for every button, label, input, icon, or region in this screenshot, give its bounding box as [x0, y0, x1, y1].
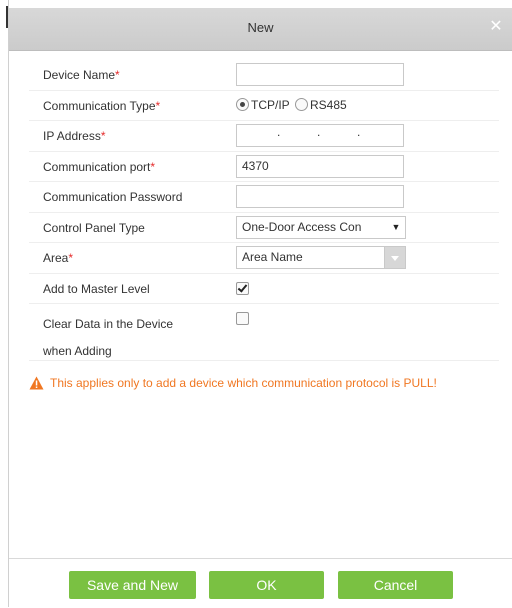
pull-protocol-warning: This applies only to add a device which …	[29, 376, 437, 393]
tcpip-radio[interactable]	[236, 97, 249, 111]
communication-port-label: Communication port*	[43, 159, 156, 174]
control-panel-type-select[interactable]: One-Door Access Con ▼	[236, 215, 406, 239]
dropdown-arrow-icon[interactable]: ▼	[387, 216, 405, 238]
area-label: Area*	[43, 251, 74, 265]
row-ip-address: IP Address* . . .	[29, 121, 499, 152]
row-clear-data: Clear Data in the Device when Adding	[29, 304, 499, 361]
close-icon[interactable]: ✕	[486, 17, 506, 37]
clear-data-label: Clear Data in the Device when Adding	[43, 317, 174, 358]
window-edge	[0, 0, 9, 607]
communication-password-input[interactable]	[236, 185, 404, 208]
ok-button[interactable]: OK	[209, 571, 324, 599]
row-area: Area* Area Name	[29, 243, 499, 274]
dialog-titlebar: New ✕	[9, 8, 512, 51]
ip-address-label: IP Address*	[43, 129, 106, 143]
area-value: Area Name	[242, 250, 303, 264]
dialog-footer: Save and New OK Cancel	[9, 558, 512, 608]
device-form: Device Name* Communication Type* TCP/IP …	[29, 60, 499, 361]
dialog-title: New	[247, 20, 274, 35]
chevron-down-icon[interactable]	[384, 247, 405, 268]
row-communication-password: Communication Password	[29, 182, 499, 213]
communication-type-radios: TCP/IP RS485	[236, 97, 349, 112]
clear-data-checkbox[interactable]	[236, 312, 249, 325]
ip-dot: .	[277, 125, 281, 139]
add-to-master-level-checkbox[interactable]	[236, 281, 249, 295]
new-device-dialog: New ✕ Device Name* Communication Type* T…	[9, 8, 512, 608]
tcpip-label: TCP/IP	[251, 97, 290, 112]
row-device-name: Device Name*	[29, 60, 499, 91]
save-and-new-button[interactable]: Save and New	[69, 571, 196, 599]
warning-text: This applies only to add a device which …	[50, 376, 437, 390]
warning-icon	[29, 376, 44, 393]
rs485-label: RS485	[310, 97, 347, 112]
cancel-button[interactable]: Cancel	[338, 571, 453, 599]
edge-mark	[6, 6, 8, 28]
communication-type-label: Communication Type*	[43, 98, 161, 113]
device-name-input[interactable]	[236, 63, 404, 86]
row-communication-type: Communication Type* TCP/IP RS485	[29, 91, 499, 121]
communication-password-label: Communication Password	[43, 190, 183, 204]
add-to-master-level-label: Add to Master Level	[43, 281, 150, 296]
control-panel-type-value: One-Door Access Con	[242, 219, 362, 234]
device-name-label: Device Name*	[43, 68, 120, 82]
communication-port-input[interactable]: 4370	[236, 154, 404, 178]
row-communication-port: Communication port* 4370	[29, 152, 499, 182]
ip-address-input[interactable]: . . .	[236, 124, 404, 147]
area-select[interactable]: Area Name	[236, 246, 406, 269]
row-control-panel-type: Control Panel Type One-Door Access Con ▼	[29, 213, 499, 243]
rs485-radio[interactable]	[295, 97, 309, 111]
ip-dot: .	[357, 125, 361, 139]
control-panel-type-label: Control Panel Type	[43, 220, 145, 235]
row-add-to-master-level: Add to Master Level	[29, 274, 499, 304]
ip-dot: .	[317, 125, 321, 139]
